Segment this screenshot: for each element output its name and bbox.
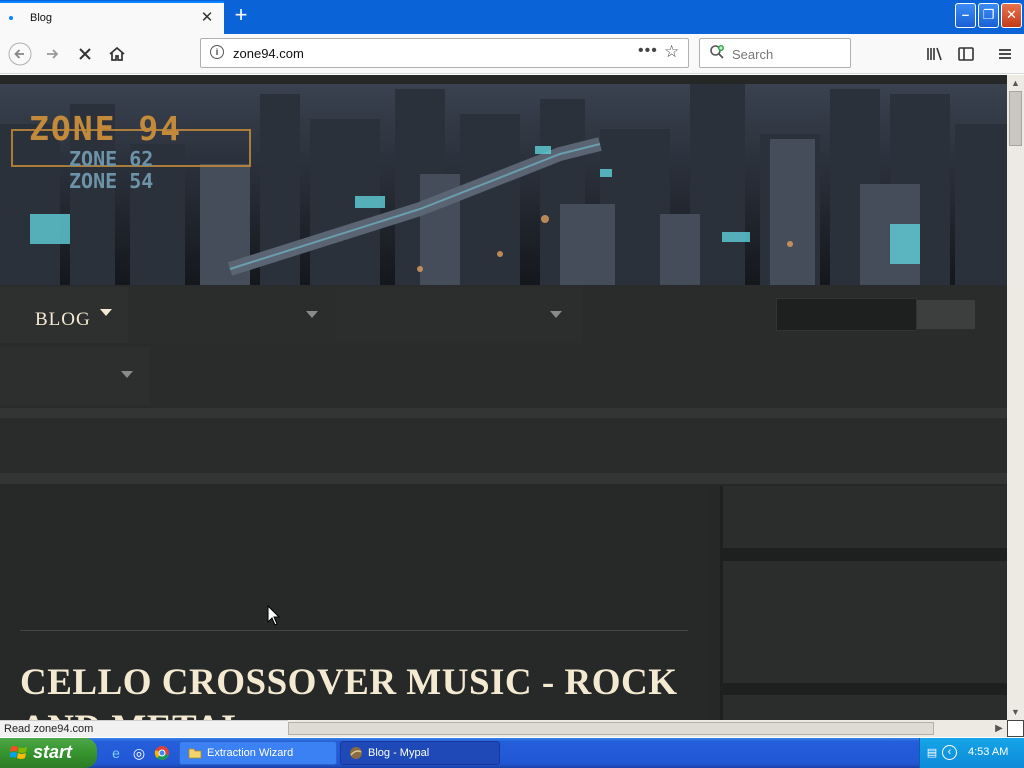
sidebar-widget <box>723 695 1007 720</box>
browser-tab-strip: Blog ✕ + – ❐ ✕ <box>0 0 1024 34</box>
logo-subtitle-2: ZONE 54 <box>69 169 154 193</box>
quicklaunch-app-icon[interactable]: ◎ <box>131 745 147 761</box>
content-divider <box>20 630 688 631</box>
horizontal-scrollbar[interactable]: ▶ <box>288 720 1007 737</box>
site-search-input[interactable] <box>776 298 917 331</box>
chevron-down-icon <box>121 371 133 378</box>
address-bar[interactable]: i zone94.com ••• ☆ <box>200 38 689 68</box>
tab-close-icon[interactable]: ✕ <box>199 9 215 27</box>
search-input[interactable]: Search <box>732 47 773 62</box>
system-tray: ▤ ‹ 4:53 AM <box>919 738 1024 768</box>
taskbar-button-blog-mypal[interactable]: Blog - Mypal <box>340 741 500 765</box>
vertical-scrollbar[interactable]: ▲ ▼ <box>1007 75 1024 720</box>
menu-item-2[interactable] <box>128 287 336 343</box>
chevron-down-icon <box>550 311 562 318</box>
sidebar-toggle-icon[interactable] <box>954 42 978 66</box>
web-page: ZONE 94 ZONE 62 ZONE 54 BLOG CELLO CROSS… <box>0 75 1007 720</box>
site-logo[interactable]: ZONE 94 ZONE 62 ZONE 54 <box>11 109 251 193</box>
logo-title: ZONE 94 <box>29 109 183 148</box>
scroll-down-icon[interactable]: ▼ <box>1007 704 1024 720</box>
stop-loading-icon[interactable] <box>73 42 97 66</box>
screen: Blog ✕ + – ❐ ✕ i zone94.com ••• ☆ Search… <box>0 0 1024 768</box>
taskbar-label: Extraction Wizard <box>207 747 294 759</box>
tab-title: Blog <box>30 12 53 24</box>
menu-item-3[interactable] <box>336 287 582 343</box>
home-icon[interactable] <box>105 42 129 66</box>
taskbar-button-extraction-wizard[interactable]: Extraction Wizard <box>179 741 337 765</box>
breadcrumb-bar <box>0 418 1007 473</box>
back-arrow-icon[interactable] <box>8 42 32 66</box>
search-icon <box>709 44 725 60</box>
sidebar-widget <box>723 486 1007 548</box>
hamburger-menu-icon[interactable] <box>993 42 1017 66</box>
new-tab-button[interactable]: + <box>230 4 252 28</box>
separator-band <box>0 408 1007 418</box>
header-banner[interactable]: ZONE 94 ZONE 62 ZONE 54 <box>0 84 1007 285</box>
tray-collapse-icon[interactable]: ‹ <box>942 745 957 760</box>
menu-blog-label: BLOG <box>35 309 91 330</box>
windows-logo-icon <box>10 746 27 759</box>
taskbar-label: Blog - Mypal <box>368 747 430 759</box>
site-search-button[interactable] <box>917 300 975 329</box>
browser-toolbar: i zone94.com ••• ☆ Search <box>0 34 1024 74</box>
mypal-browser-icon <box>350 747 362 759</box>
tab-loading-icon <box>9 16 13 20</box>
mouse-cursor-icon <box>267 605 281 626</box>
chevron-down-icon <box>306 311 318 318</box>
start-label: start <box>33 742 73 762</box>
horizontal-scroll-thumb[interactable] <box>288 722 934 735</box>
sidebar-widget <box>723 561 1007 683</box>
window-close-button[interactable]: ✕ <box>1001 3 1022 28</box>
chevron-down-icon <box>100 309 112 316</box>
page-actions-icon[interactable]: ••• <box>638 42 658 60</box>
scroll-right-icon[interactable]: ▶ <box>991 720 1007 737</box>
window-minimize-button[interactable]: – <box>955 3 976 28</box>
window-maximize-button[interactable]: ❐ <box>978 3 999 28</box>
logo-subtitle-1: ZONE 62 <box>69 147 154 171</box>
tab-blog[interactable]: Blog ✕ <box>0 1 224 34</box>
search-box[interactable]: Search <box>699 38 851 68</box>
scrollbar-corner <box>1007 720 1024 737</box>
chrome-icon[interactable] <box>154 745 170 761</box>
internet-explorer-icon[interactable]: e <box>108 745 124 761</box>
site-info-icon[interactable]: i <box>210 45 224 59</box>
forward-arrow-icon[interactable] <box>41 42 65 66</box>
keyboard-icon[interactable]: ▤ <box>924 745 940 761</box>
start-button[interactable]: start <box>0 738 97 768</box>
menu-item-4[interactable] <box>582 287 752 343</box>
separator-band <box>0 473 1007 484</box>
status-bar: Read zone94.com <box>0 720 288 737</box>
menu-item-blog[interactable]: BLOG <box>0 287 128 343</box>
menu-item-5[interactable] <box>0 347 150 405</box>
library-icon[interactable] <box>922 42 946 66</box>
taskbar: start e ◎ Extraction Wizard Blog - Mypal… <box>0 738 1024 768</box>
vertical-scroll-thumb[interactable] <box>1009 91 1022 146</box>
folder-icon <box>188 748 202 759</box>
url-text[interactable]: zone94.com <box>233 46 304 61</box>
scroll-up-icon[interactable]: ▲ <box>1007 75 1024 91</box>
clock: 4:53 AM <box>968 746 1009 758</box>
bookmark-star-icon[interactable]: ☆ <box>664 42 679 62</box>
post-title[interactable]: CELLO CROSSOVER MUSIC - ROCK AND METAL <box>20 660 700 720</box>
